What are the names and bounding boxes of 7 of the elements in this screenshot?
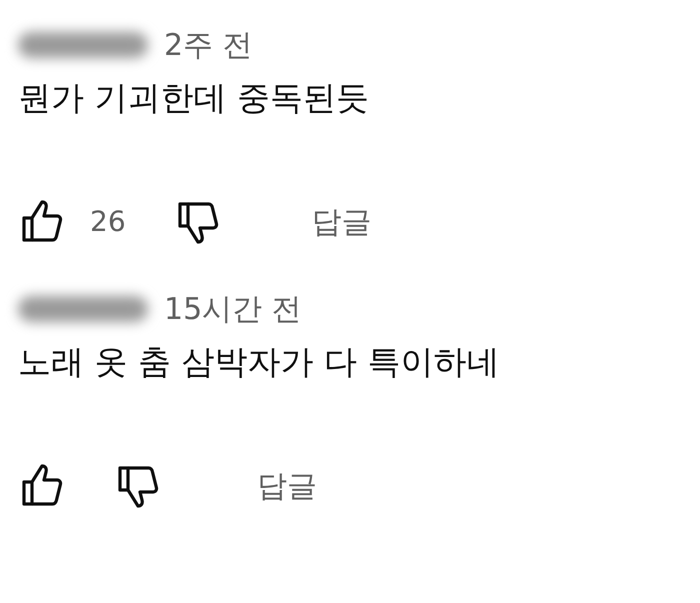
like-count: 26 — [90, 204, 126, 240]
reply-button[interactable]: 답글 — [257, 464, 317, 508]
comment-text: 노래 옷 춤 삼박자가 다 특이하네 — [18, 342, 500, 383]
comment-text: 뭔가 기괴한데 중독된듯 — [18, 78, 370, 119]
comment-time: 2주 전 — [164, 26, 253, 64]
comment-time: 15시간 전 — [164, 290, 302, 328]
reply-button[interactable]: 답글 — [312, 200, 372, 244]
